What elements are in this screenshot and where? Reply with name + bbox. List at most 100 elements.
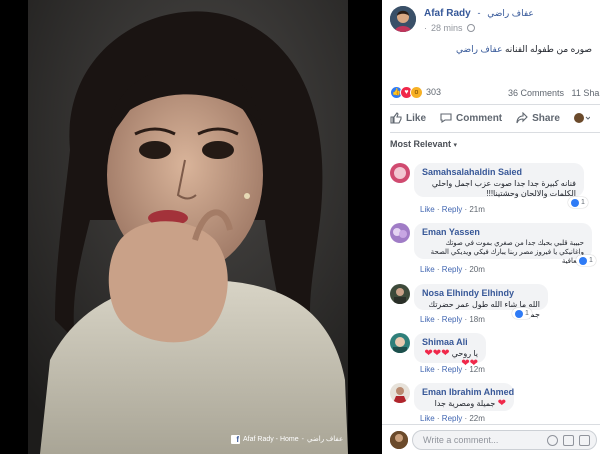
commenter-avatar[interactable] (390, 284, 410, 304)
comment-text: حبيبة قلبي بحبك جدا من صغري بموت في صوتك… (430, 240, 584, 265)
comment-text: ❤ جميلة ومصرية جدا (422, 399, 506, 409)
comment-reply-link[interactable]: Reply (442, 414, 462, 423)
comment-item: Samahsalahaldin Saied فنانه كبيرة جدا جد… (390, 163, 600, 215)
reactions-count[interactable]: 303 (426, 87, 441, 97)
comment-bubble: Eman Ibrahim Ahmed ❤ جميلة ومصرية جدا (414, 383, 514, 411)
caption-page-tag[interactable]: عفاف راضي (456, 44, 503, 54)
comment-reaction-count: 1 (581, 199, 585, 206)
comments-count[interactable]: 36 Comments (508, 88, 564, 98)
comment-reply-link[interactable]: Reply (442, 365, 462, 374)
commenter-avatar[interactable] (390, 223, 410, 243)
commenter-avatar-image (390, 223, 410, 243)
comment-reaction-count: 1 (525, 310, 529, 317)
camera-icon[interactable] (563, 435, 574, 446)
comment-text: فنانه كبيرة جدا جدا صوت عزب اجمل واحلي ا… (431, 179, 576, 198)
comment-bubble: Shimaa Ali يا روحي ❤❤❤❤❤ (414, 333, 486, 369)
post-header: Afaf Rady - عفاف راضي · 28 mins (390, 6, 600, 36)
like-button[interactable]: Like (390, 112, 426, 124)
comment-reactions[interactable]: 1 (512, 308, 532, 319)
author-name-arabic[interactable]: عفاف راضي (487, 8, 534, 18)
comment-item: Eman Ibrahim Ahmed ❤ جميلة ومصرية جدا Li… (390, 383, 600, 425)
commenter-name[interactable]: Nosa Elhindy Elhindy (422, 288, 540, 298)
heart-emoji: ❤ (497, 398, 506, 409)
vintage-portrait-photo (28, 0, 348, 454)
credit-separator: - (301, 435, 304, 443)
author-avatar-image (390, 6, 416, 32)
like-reaction-icon (515, 309, 523, 318)
comment-meta: Like · Reply · 12m (420, 365, 485, 374)
comment-sort-dropdown[interactable]: Most Relevant ▾ (390, 139, 457, 149)
facebook-icon: f (231, 434, 240, 444)
caption-text: صوره من طفوله الفنانه (502, 44, 592, 54)
comment-meta: Like · Reply · 22m (420, 414, 485, 423)
comment-bubble: Eman Yassen حبيبة قلبي بحبك جدا من صغري … (414, 223, 592, 265)
comment-button[interactable]: Comment (440, 112, 502, 124)
comment-time[interactable]: 21m (469, 205, 485, 214)
like-reaction-icon (571, 198, 579, 207)
audience-selector[interactable] (573, 112, 590, 124)
author-separator: - (477, 8, 481, 18)
comment-text-words: يا روحي (451, 349, 478, 358)
like-label: Like (406, 112, 427, 124)
commenter-name[interactable]: Eman Yassen (422, 227, 584, 237)
comment-input-placeholder: Write a comment... (423, 435, 499, 445)
commenter-avatar-image (390, 333, 410, 353)
post-time[interactable]: 28 mins (431, 23, 463, 33)
author-avatar[interactable] (390, 6, 416, 32)
comment-item: Eman Yassen حبيبة قلبي بحبك جدا من صغري … (390, 223, 600, 275)
comment-meta: Like · Reply · 18m (420, 315, 485, 324)
author-name-latin[interactable]: Afaf Rady (424, 8, 471, 19)
comment-reply-link[interactable]: Reply (442, 205, 462, 214)
post-meta: · 28 mins (424, 23, 475, 33)
comment-like-link[interactable]: Like (420, 205, 435, 214)
comment-time[interactable]: 12m (469, 365, 485, 374)
comment-like-link[interactable]: Like (420, 265, 435, 274)
current-user-avatar[interactable] (390, 431, 408, 449)
comment-time[interactable]: 18m (469, 315, 485, 324)
commenter-avatar-image (390, 284, 410, 304)
comment-like-link[interactable]: Like (420, 414, 435, 423)
credit-page-name: Afaf Rady - Home (243, 435, 299, 443)
comment-reaction-count: 1 (589, 257, 593, 264)
reactions-summary[interactable]: 👍 ♥ o 303 36 Comments 11 Shares (390, 84, 600, 100)
emoji-icon[interactable] (547, 435, 558, 446)
commenter-avatar-image (390, 383, 410, 403)
comment-reply-link[interactable]: Reply (442, 315, 462, 324)
current-user-avatar-image (390, 431, 408, 449)
shares-count[interactable]: 11 Shares (572, 88, 600, 98)
gif-icon[interactable] (579, 435, 590, 446)
share-label: Share (532, 112, 560, 124)
comment-time[interactable]: 22m (469, 414, 485, 423)
commenter-name[interactable]: Eman Ibrahim Ahmed (422, 387, 514, 397)
share-button[interactable]: Share (516, 112, 560, 124)
globe-icon (466, 24, 475, 32)
comment-like-link[interactable]: Like (420, 315, 435, 324)
commenter-avatar-image (390, 163, 410, 183)
commenter-avatar[interactable] (390, 333, 410, 353)
engagement-counts: 36 Comments 11 Shares (508, 88, 600, 98)
commenter-avatar[interactable] (390, 383, 410, 403)
profile-dropdown-icon (573, 113, 590, 123)
dot-separator: · (424, 23, 427, 33)
commenter-name[interactable]: Samahsalahaldin Saied (422, 167, 576, 177)
commenter-name[interactable]: Shimaa Ali (422, 337, 478, 347)
comment-reply-link[interactable]: Reply (442, 265, 462, 274)
chevron-down-icon: ▾ (453, 142, 458, 149)
credit-arabic-name: عفاف راضي (306, 436, 344, 443)
comment-like-link[interactable]: Like (420, 365, 435, 374)
comment-composer: Write a comment... (382, 424, 600, 454)
comment-label: Comment (456, 112, 503, 124)
divider (390, 132, 600, 133)
comment-time[interactable]: 20m (469, 265, 485, 274)
comment-input[interactable]: Write a comment... (412, 430, 597, 450)
comment-reactions[interactable]: 1 (568, 197, 588, 208)
commenter-avatar[interactable] (390, 163, 410, 183)
photo-credit[interactable]: f Afaf Rady - Home - عفاف راضي (231, 432, 343, 446)
thumbs-up-icon (390, 112, 402, 124)
author-name[interactable]: Afaf Rady - عفاف راضي (424, 8, 534, 19)
photo-panel[interactable]: f Afaf Rady - Home - عفاف راضي (0, 0, 382, 454)
comment-item: Shimaa Ali يا روحي ❤❤❤❤❤ Like · Reply · … (390, 333, 600, 377)
comment-meta: Like · Reply · 21m (420, 205, 485, 214)
comment-meta: Like · Reply · 20m (420, 265, 485, 274)
comment-reactions[interactable]: 1 (576, 255, 596, 266)
